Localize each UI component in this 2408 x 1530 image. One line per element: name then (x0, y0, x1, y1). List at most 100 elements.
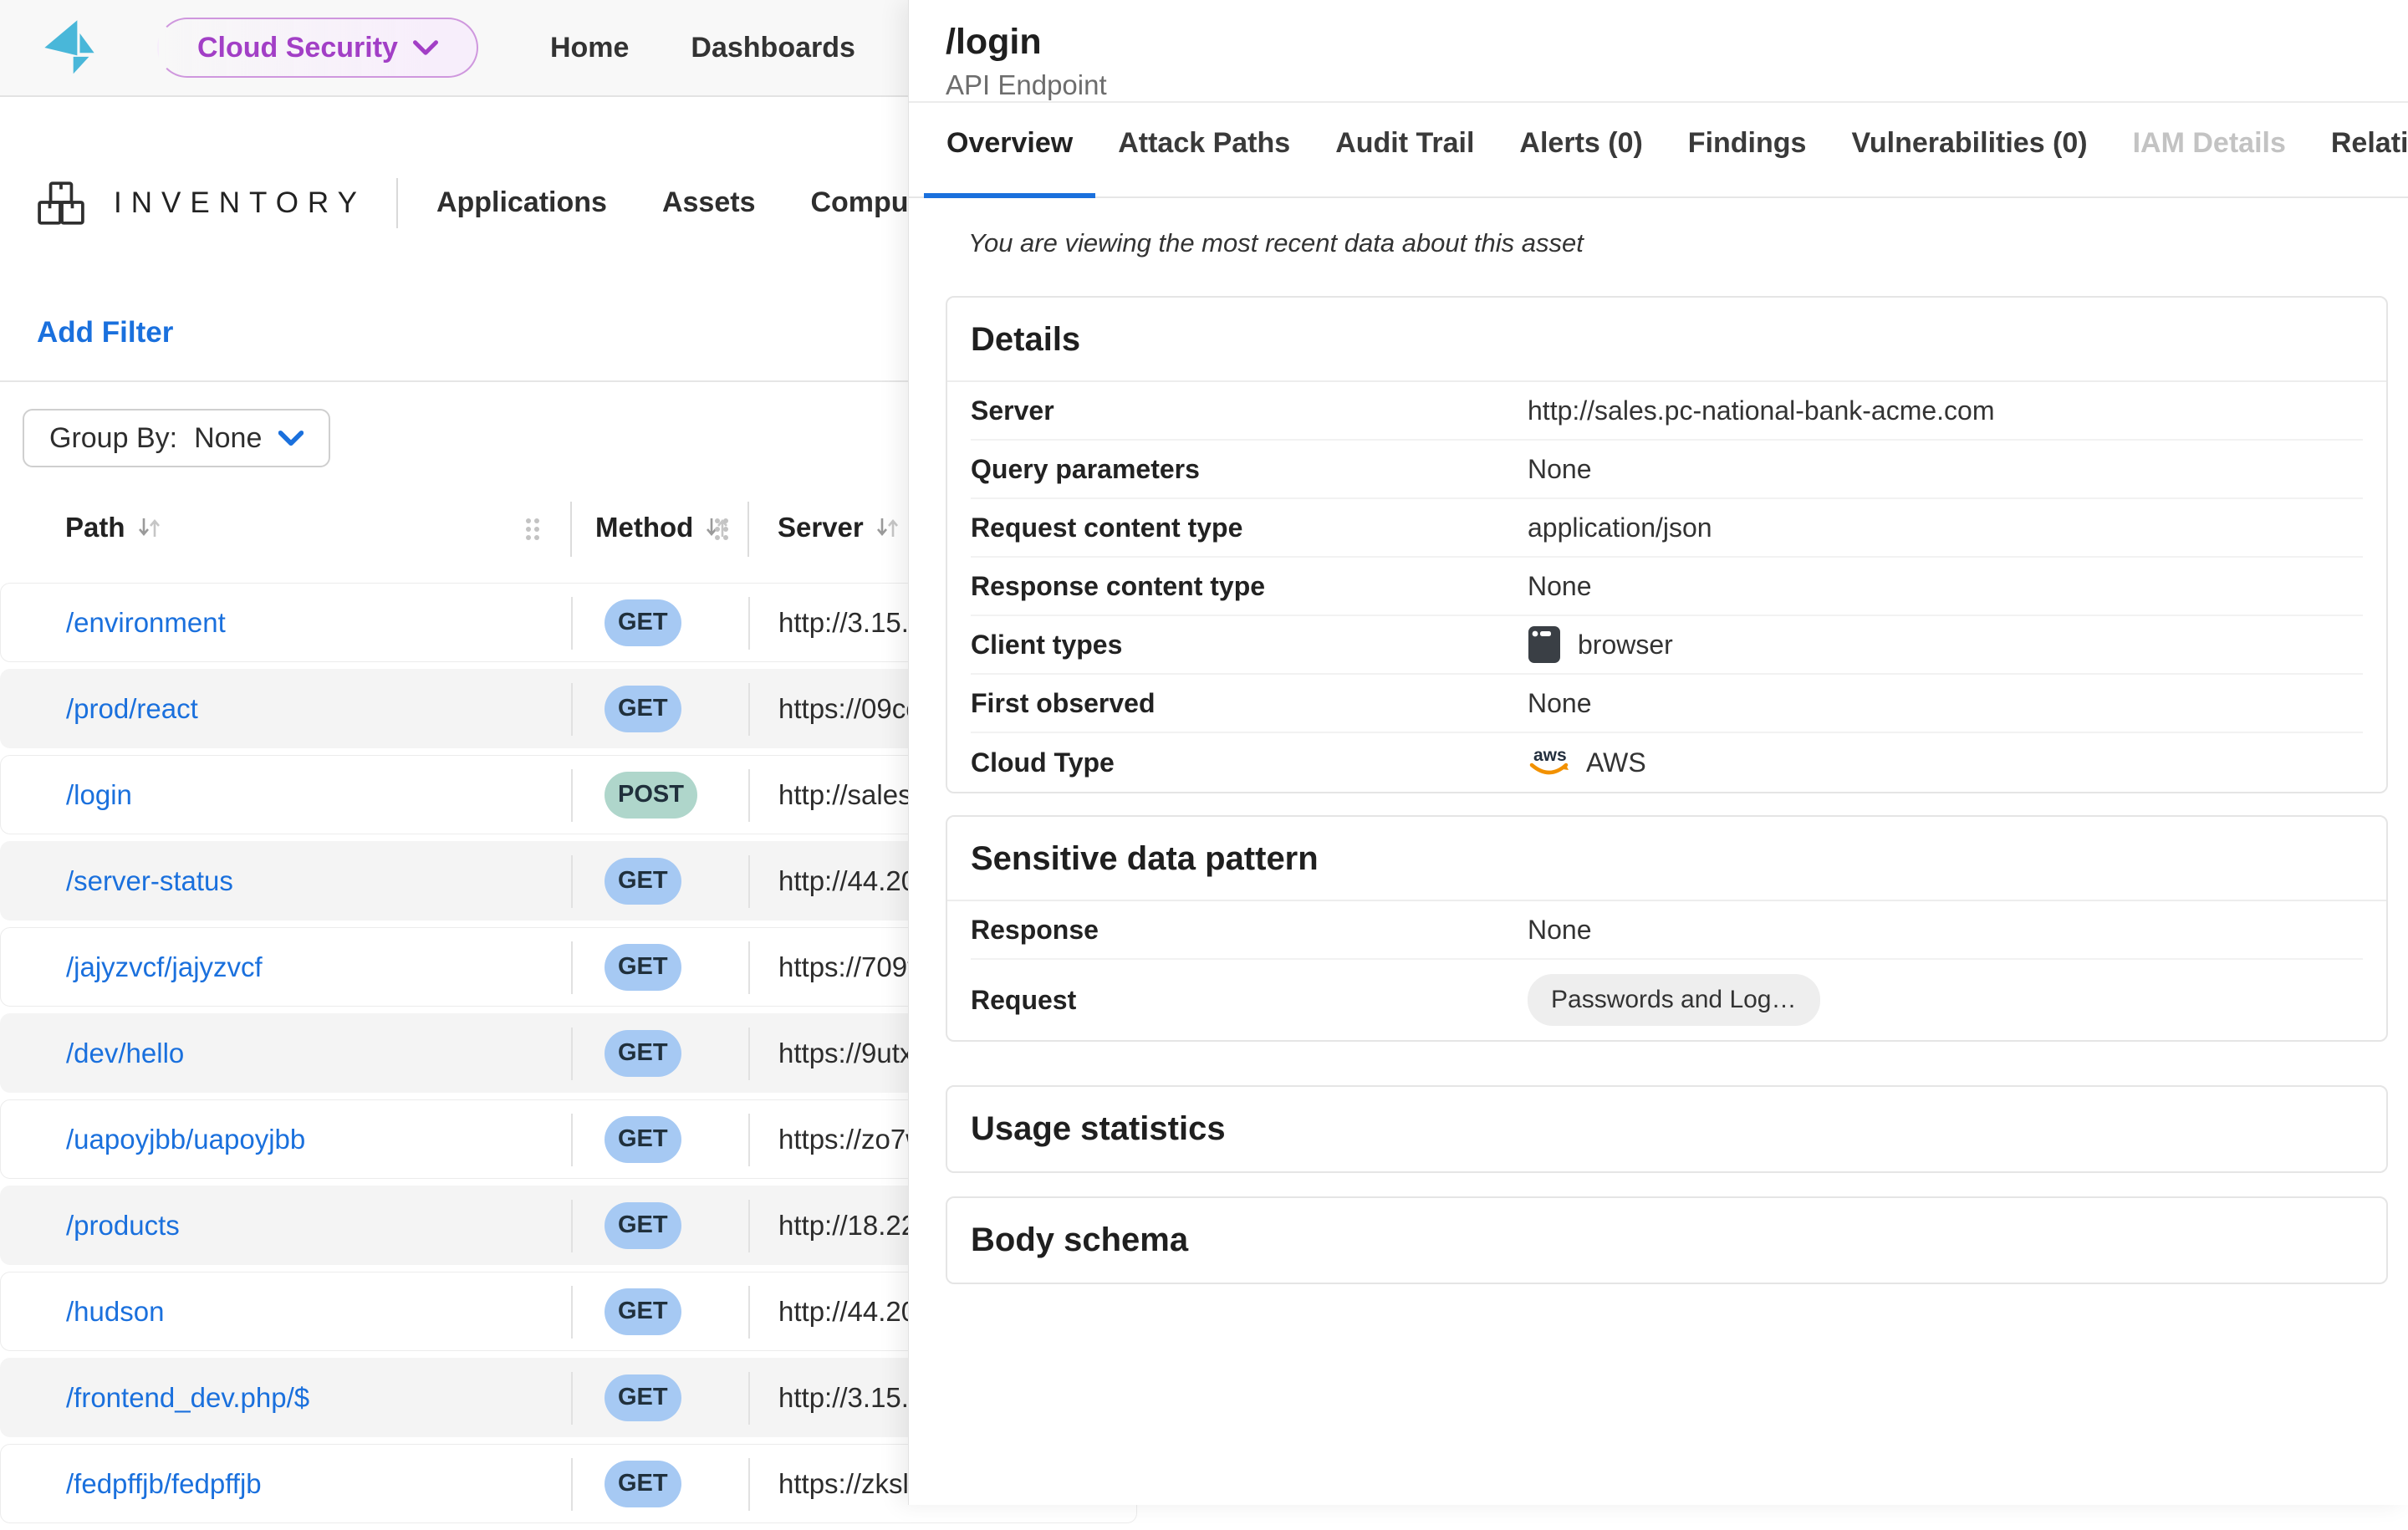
detail-value: None (1528, 915, 1592, 946)
path-link[interactable]: /dev/hello (66, 1038, 184, 1069)
column-divider (747, 502, 749, 557)
method-badge: POST (605, 772, 697, 819)
tab-relationships[interactable]: Relationships (2309, 127, 2408, 198)
asset-detail-panel: /login API Endpoint Overview Attack Path… (908, 0, 2408, 1505)
sort-icon[interactable] (135, 515, 162, 540)
detail-label: Response (971, 915, 1528, 946)
path-link[interactable]: /prod/react (66, 693, 198, 725)
recent-data-notice: You are viewing the most recent data abo… (968, 228, 2408, 258)
chevron-down-icon (413, 39, 438, 56)
svg-text:aws: aws (1533, 746, 1567, 765)
path-link[interactable]: /products (66, 1210, 180, 1242)
tab-findings[interactable]: Findings (1666, 127, 1829, 198)
method-badge: GET (605, 858, 681, 905)
detail-value: AWS (1586, 747, 1646, 778)
method-badge: GET (605, 1288, 681, 1335)
method-badge: GET (605, 1030, 681, 1077)
tab-iam-details: IAM Details (2110, 127, 2309, 198)
path-link[interactable]: /hudson (66, 1296, 164, 1328)
detail-label: Client types (971, 630, 1528, 660)
path-link[interactable]: /environment (66, 607, 226, 639)
detail-label: Request content type (971, 513, 1528, 543)
group-by-dropdown[interactable]: Group By: None (23, 409, 330, 467)
divider (0, 380, 908, 382)
column-header-path[interactable]: Path (65, 512, 162, 543)
method-badge: GET (605, 599, 681, 646)
add-filter-button[interactable]: Add Filter (37, 316, 173, 349)
browser-window-icon (1528, 625, 1563, 664)
drag-handle-icon[interactable] (712, 517, 731, 542)
nav-item-home[interactable]: Home (550, 32, 629, 64)
tab-overview[interactable]: Overview (924, 127, 1095, 198)
sensitive-pattern-chip[interactable]: Passwords and Log… (1528, 974, 1820, 1026)
divider (396, 178, 398, 228)
detail-row-server: Server http://sales.pc-national-bank-acm… (971, 382, 2363, 441)
usage-statistics-card[interactable]: Usage statistics (946, 1085, 2388, 1173)
group-by-value: None (194, 422, 262, 455)
sensitive-data-heading: Sensitive data pattern (971, 817, 2363, 900)
column-header-method[interactable]: Method (595, 512, 730, 543)
detail-row-client-types: Client types browser (971, 616, 2363, 675)
asset-title: /login (946, 22, 2371, 63)
tab-alerts[interactable]: Alerts (0) (1497, 127, 1665, 198)
column-label: Path (65, 512, 125, 543)
drag-handle-icon[interactable] (523, 517, 542, 542)
usage-statistics-heading: Usage statistics (971, 1087, 2363, 1171)
sensitive-row-response: Response None (971, 901, 2363, 960)
tab-audit-trail[interactable]: Audit Trail (1313, 127, 1497, 198)
sort-icon[interactable] (874, 515, 900, 540)
column-divider (570, 502, 572, 557)
boxes-icon (37, 179, 85, 227)
product-switcher[interactable]: Cloud Security (157, 18, 478, 78)
subnav-item-assets[interactable]: Assets (662, 186, 756, 219)
panel-header: /login API Endpoint (909, 0, 2408, 103)
product-switcher-label: Cloud Security (197, 32, 398, 64)
detail-label: Request (971, 985, 1528, 1016)
detail-value: browser (1578, 630, 1673, 660)
tab-attack-paths[interactable]: Attack Paths (1095, 127, 1313, 198)
method-badge: GET (605, 686, 681, 732)
detail-label: Cloud Type (971, 747, 1528, 778)
method-badge: GET (605, 1116, 681, 1163)
detail-row-query-parameters: Query parameters None (971, 441, 2363, 499)
detail-row-first-observed: First observed None (971, 675, 2363, 733)
path-link[interactable]: /fedpffjb/fedpffjb (66, 1468, 262, 1500)
path-link[interactable]: /server-status (66, 865, 233, 897)
detail-value: None (1528, 454, 1592, 485)
body-schema-card[interactable]: Body schema (946, 1196, 2388, 1284)
method-badge: GET (605, 1374, 681, 1421)
nav-item-dashboards[interactable]: Dashboards (691, 32, 855, 64)
method-badge: GET (605, 1461, 681, 1507)
body-schema-heading: Body schema (971, 1198, 2363, 1283)
detail-value: http://sales.pc-national-bank-acme.com (1528, 395, 1994, 426)
column-header-server[interactable]: Server (778, 512, 900, 543)
column-label: Server (778, 512, 864, 543)
panel-tabs: Overview Attack Paths Audit Trail Alerts… (909, 103, 2408, 198)
brand-logo-icon[interactable] (37, 13, 102, 83)
subnav-item-applications[interactable]: Applications (436, 186, 607, 219)
details-card: Details Server http://sales.pc-national-… (946, 296, 2388, 793)
detail-label: Server (971, 395, 1528, 426)
method-badge: GET (605, 1202, 681, 1249)
detail-value: None (1528, 688, 1592, 719)
detail-value: application/json (1528, 513, 1712, 543)
group-by-label: Group By: (49, 422, 177, 455)
asset-type-label: API Endpoint (946, 69, 2371, 101)
sensitive-row-request: Request Passwords and Log… (971, 960, 2363, 1040)
detail-row-cloud-type: Cloud Type aws AWS (971, 733, 2363, 792)
path-link[interactable]: /jajyzvcf/jajyzvcf (66, 951, 263, 983)
detail-label: Response content type (971, 571, 1528, 602)
path-link[interactable]: /frontend_dev.php/$ (66, 1382, 309, 1414)
detail-value: None (1528, 571, 1592, 602)
detail-row-request-content-type: Request content type application/json (971, 499, 2363, 558)
detail-label: First observed (971, 688, 1528, 719)
page-title: INVENTORY (114, 186, 366, 220)
path-link[interactable]: /uapoyjbb/uapoyjbb (66, 1124, 305, 1155)
path-link[interactable]: /login (66, 779, 132, 811)
detail-row-response-content-type: Response content type None (971, 558, 2363, 616)
details-heading: Details (971, 298, 2363, 380)
column-label: Method (595, 512, 693, 543)
detail-label: Query parameters (971, 454, 1528, 485)
method-badge: GET (605, 944, 681, 991)
tab-vulnerabilities[interactable]: Vulnerabilities (0) (1829, 127, 2110, 198)
